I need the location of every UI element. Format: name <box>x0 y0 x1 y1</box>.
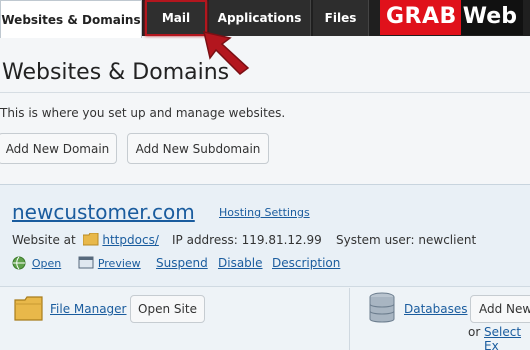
website-at-label: Website at <box>12 233 76 247</box>
suspend-link[interactable]: Suspend <box>156 256 208 270</box>
tab-mail[interactable]: Mail <box>145 0 207 36</box>
website-at-row: Website at httpdocs/ <box>12 232 159 247</box>
ip-row: IP address: 119.81.12.99 <box>172 233 322 247</box>
system-user-value: newclient <box>418 233 477 247</box>
system-user-label: System user: <box>336 233 415 247</box>
grabweb-logo: GRAB Web <box>380 0 530 35</box>
preview-link[interactable]: Preview <box>98 257 141 270</box>
add-new-subdomain-button[interactable]: Add New Subdomain <box>127 133 269 164</box>
open-link[interactable]: Open <box>32 257 61 270</box>
select-existing-link[interactable]: Select Ex <box>484 325 530 350</box>
docroot-link[interactable]: httpdocs/ <box>102 233 158 247</box>
tools-strip <box>0 286 530 350</box>
file-manager-folder-icon <box>14 296 43 321</box>
disable-link[interactable]: Disable <box>218 256 263 270</box>
open-globe-icon <box>12 256 26 270</box>
action-open[interactable]: Open <box>12 256 61 270</box>
ip-value: 119.81.12.99 <box>241 233 322 247</box>
action-preview[interactable]: Preview <box>78 256 141 270</box>
add-new-domain-button[interactable]: Add New Domain <box>0 133 117 164</box>
hosting-settings-link[interactable]: Hosting Settings <box>219 206 310 219</box>
system-user-row: System user: newclient <box>336 233 476 247</box>
ip-label: IP address: <box>172 233 238 247</box>
databases-link[interactable]: Databases <box>404 302 468 316</box>
domain-name-link[interactable]: newcustomer.com <box>12 200 195 224</box>
open-site-button[interactable]: Open Site <box>130 295 205 323</box>
or-label: or <box>468 325 481 339</box>
tab-files[interactable]: Files <box>313 0 369 36</box>
preview-icon <box>78 256 94 269</box>
tools-divider <box>349 288 350 350</box>
databases-icon <box>369 292 395 323</box>
file-manager-link[interactable]: File Manager <box>50 302 127 316</box>
page-title: Websites & Domains <box>2 60 230 85</box>
add-new-database-button[interactable]: Add New <box>470 295 530 323</box>
divider <box>0 92 530 93</box>
tab-websites-domains[interactable]: Websites & Domains <box>0 0 142 38</box>
logo-grab: GRAB <box>380 0 461 35</box>
page-description: This is where you set up and manage webs… <box>0 106 286 120</box>
folder-icon <box>82 232 99 246</box>
description-link[interactable]: Description <box>272 256 340 270</box>
logo-web: Web <box>460 0 523 35</box>
